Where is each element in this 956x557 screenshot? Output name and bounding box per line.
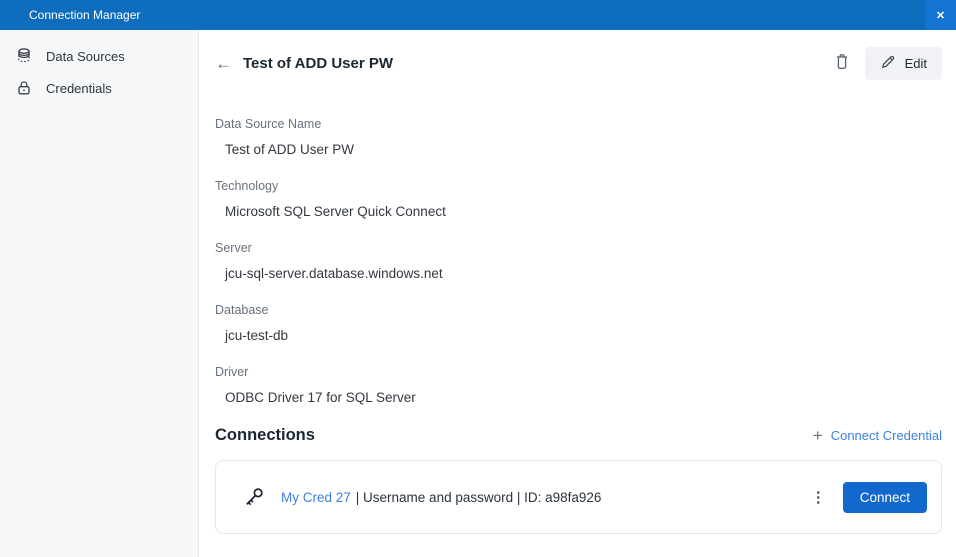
field-row: Server jcu-sql-server.database.windows.n… [215,240,942,282]
lock-icon [15,79,33,97]
field-label: Data Source Name [215,116,942,132]
page-title: Test of ADD User PW [243,55,393,72]
connect-button[interactable]: Connect [843,482,927,513]
main-panel: ← Test of ADD User PW [200,30,956,557]
field-row: Driver ODBC Driver 17 for SQL Server [215,364,942,406]
field-list: Data Source Name Test of ADD User PW Tec… [215,116,942,406]
field-label: Driver [215,364,942,380]
kebab-menu-button[interactable]: ⋮ [805,486,832,509]
field-value: jcu-test-db [215,327,942,344]
connections-header: Connections + Connect Credential [215,426,942,445]
pencil-icon [880,54,896,73]
credential-details: | Username and password | ID: a98fa926 [356,490,602,505]
close-icon: ✕ [936,9,945,22]
database-icon [15,47,33,65]
sidebar: Data Sources Credentials [0,30,199,557]
field-row: Technology Microsoft SQL Server Quick Co… [215,178,942,220]
sidebar-item-credentials[interactable]: Credentials [0,72,198,104]
back-arrow-icon: ← [215,54,232,73]
field-value: ODBC Driver 17 for SQL Server [215,389,942,406]
connection-manager-window: Connection Manager ✕ Data Sources [0,0,956,557]
edit-button-label: Edit [905,56,927,71]
field-row: Database jcu-test-db [215,302,942,344]
field-label: Technology [215,178,942,194]
connect-credential-label: Connect Credential [831,428,942,443]
back-button[interactable]: ← [215,55,232,72]
field-label: Database [215,302,942,318]
plus-icon: + [813,427,823,444]
connections-title: Connections [215,426,315,445]
window-title: Connection Manager [29,8,140,22]
delete-button[interactable] [829,48,855,78]
trash-icon [833,52,851,74]
sidebar-item-label: Data Sources [46,49,125,64]
field-label: Server [215,240,942,256]
sidebar-item-data-sources[interactable]: Data Sources [0,40,198,72]
close-button[interactable]: ✕ [925,0,956,30]
key-icon [242,486,265,509]
field-row: Data Source Name Test of ADD User PW [215,116,942,158]
titlebar: Connection Manager ✕ [0,0,956,30]
credential-card: My Cred 27 | Username and password | ID:… [215,460,942,534]
sidebar-item-label: Credentials [46,81,112,96]
field-value: jcu-sql-server.database.windows.net [215,265,942,282]
credential-name-link[interactable]: My Cred 27 [281,490,351,505]
field-value: Test of ADD User PW [215,141,942,158]
page-header: ← Test of ADD User PW [215,48,942,78]
field-value: Microsoft SQL Server Quick Connect [215,203,942,220]
edit-button[interactable]: Edit [865,47,942,80]
connect-credential-link[interactable]: + Connect Credential [813,427,942,444]
